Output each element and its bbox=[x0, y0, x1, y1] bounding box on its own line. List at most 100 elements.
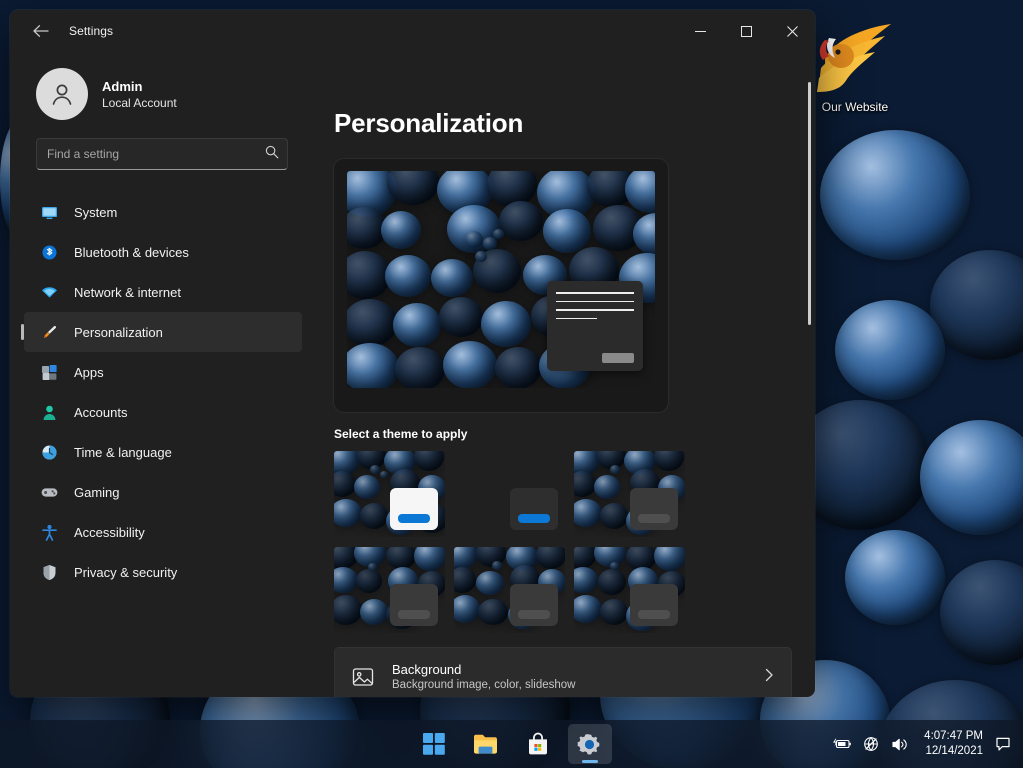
sidebar-item-time-language[interactable]: Time & language bbox=[24, 432, 302, 472]
theme-mini-button bbox=[398, 514, 430, 523]
account-name: Admin bbox=[102, 78, 143, 94]
settings-window[interactable]: Settings Admin Local Account Find a sett… bbox=[10, 10, 815, 697]
theme-thumbnail-5[interactable] bbox=[454, 547, 565, 633]
accessibility-icon bbox=[40, 523, 58, 541]
close-button[interactable] bbox=[769, 10, 815, 52]
battery-charging-icon[interactable] bbox=[832, 737, 851, 751]
theme-mini-window bbox=[390, 584, 438, 626]
theme-mini-window bbox=[510, 488, 558, 530]
background-row-subtitle: Background image, color, slideshow bbox=[392, 679, 576, 691]
sidebar-item-label: Personalization bbox=[74, 324, 163, 340]
clock-time: 4:07:47 PM bbox=[924, 730, 983, 742]
sidebar-item-label: Apps bbox=[74, 364, 104, 380]
sidebar-item-label: Time & language bbox=[74, 444, 172, 460]
phoenix-wing-logo-icon bbox=[800, 14, 910, 100]
sidebar-item-label: Gaming bbox=[74, 484, 120, 500]
maximize-button[interactable] bbox=[723, 10, 769, 52]
account-text: Admin Local Account bbox=[102, 78, 177, 111]
settings-app-button[interactable] bbox=[567, 724, 612, 764]
background-settings-row[interactable]: Background Background image, color, slid… bbox=[334, 647, 792, 697]
network-globe-offline-icon[interactable] bbox=[863, 736, 879, 752]
clock-icon bbox=[40, 443, 58, 461]
sidebar-item-network-internet[interactable]: Network & internet bbox=[24, 272, 302, 312]
sidebar-item-system[interactable]: System bbox=[24, 192, 302, 232]
sidebar-item-accessibility[interactable]: Accessibility bbox=[24, 512, 302, 552]
background-row-texts: Background Background image, color, slid… bbox=[392, 661, 747, 693]
monitor-icon bbox=[40, 203, 58, 221]
theme-thumbnail-6[interactable] bbox=[574, 547, 685, 633]
theme-mini-button bbox=[518, 610, 550, 619]
sidebar-item-gaming[interactable]: Gaming bbox=[24, 472, 302, 512]
content-pane: Personalization Select a theme to apply … bbox=[314, 52, 815, 697]
theme-thumbnail-4[interactable] bbox=[334, 547, 445, 633]
minimize-button[interactable] bbox=[677, 10, 723, 52]
sidebar-item-privacy-security[interactable]: Privacy & security bbox=[24, 552, 302, 592]
taskbar: 4:07:47 PM 12/14/2021 bbox=[0, 720, 1023, 768]
theme-mini-window bbox=[390, 488, 438, 530]
preview-mock-dialog bbox=[547, 281, 643, 371]
system-tray: 4:07:47 PM 12/14/2021 bbox=[832, 720, 1023, 768]
theme-mini-button bbox=[518, 514, 550, 523]
desktop[interactable]: Our Website Settings Admin Local Account… bbox=[0, 0, 1023, 768]
wifi-icon bbox=[40, 283, 58, 301]
theme-preview-monitor bbox=[334, 159, 668, 412]
dialog-line bbox=[556, 309, 634, 311]
dialog-line bbox=[556, 300, 634, 302]
search-input[interactable] bbox=[47, 147, 265, 161]
back-button[interactable] bbox=[24, 16, 58, 46]
sidebar-item-label: Bluetooth & devices bbox=[74, 244, 189, 260]
sidebar-item-label: Network & internet bbox=[74, 284, 181, 300]
tray-icons bbox=[832, 736, 918, 752]
window-controls bbox=[677, 10, 815, 52]
window-title: Settings bbox=[69, 24, 114, 38]
person-icon bbox=[40, 403, 58, 421]
theme-thumbnail-3[interactable] bbox=[574, 451, 685, 537]
volume-icon[interactable] bbox=[891, 737, 908, 752]
search-wrapper bbox=[10, 138, 302, 170]
window-body: Admin Local Account Find a setting Syste… bbox=[10, 52, 815, 697]
theme-mini-window bbox=[630, 584, 678, 626]
sidebar-item-label: Accounts bbox=[74, 404, 128, 420]
taskbar-apps bbox=[412, 720, 612, 768]
file-explorer-button[interactable] bbox=[464, 724, 508, 764]
theme-mini-button bbox=[398, 610, 430, 619]
theme-thumbnail-2[interactable] bbox=[454, 451, 565, 537]
sidebar-item-label: Accessibility bbox=[74, 524, 145, 540]
desktop-shortcut-our-website[interactable]: Our Website bbox=[800, 14, 910, 114]
paintbrush-icon bbox=[40, 323, 58, 341]
desktop-shortcut-label: Our Website bbox=[821, 100, 889, 114]
taskbar-clock[interactable]: 4:07:47 PM 12/14/2021 bbox=[918, 729, 993, 759]
dialog-button bbox=[602, 353, 634, 363]
gamepad-icon bbox=[40, 483, 58, 501]
sidebar-item-personalization[interactable]: Personalization bbox=[24, 312, 302, 352]
theme-mini-button bbox=[638, 610, 670, 619]
sidebar-item-bluetooth-devices[interactable]: Bluetooth & devices bbox=[24, 232, 302, 272]
sidebar-item-label: System bbox=[74, 204, 118, 220]
theme-mini-window bbox=[510, 584, 558, 626]
microsoft-store-button[interactable] bbox=[516, 724, 560, 764]
sidebar-item-accounts[interactable]: Accounts bbox=[24, 392, 302, 432]
sidebar-item-label: Privacy & security bbox=[74, 564, 178, 580]
preview-screen bbox=[347, 171, 655, 388]
search-box[interactable] bbox=[36, 138, 288, 170]
search-icon bbox=[265, 145, 279, 164]
sidebar-item-apps[interactable]: Apps bbox=[24, 352, 302, 392]
window-titlebar: Settings bbox=[10, 10, 815, 52]
dialog-line bbox=[556, 292, 634, 294]
background-row-title: Background bbox=[392, 662, 462, 677]
page-title: Personalization bbox=[334, 108, 524, 138]
start-button[interactable] bbox=[412, 724, 456, 764]
picture-icon bbox=[350, 666, 376, 688]
theme-grid bbox=[334, 451, 685, 633]
sidebar-nav: System Bluetooth & devices Network & int… bbox=[10, 192, 302, 592]
apps-icon bbox=[40, 363, 58, 381]
notification-bell-icon[interactable] bbox=[993, 736, 1023, 752]
clock-date: 12/14/2021 bbox=[925, 745, 983, 757]
theme-thumbnail-1[interactable] bbox=[334, 451, 445, 537]
account-type: Local Account bbox=[102, 95, 177, 110]
shield-icon bbox=[40, 563, 58, 581]
theme-mini-window bbox=[630, 488, 678, 530]
content-scrollbar[interactable] bbox=[808, 82, 811, 325]
avatar bbox=[36, 68, 88, 120]
account-block[interactable]: Admin Local Account bbox=[10, 52, 302, 138]
